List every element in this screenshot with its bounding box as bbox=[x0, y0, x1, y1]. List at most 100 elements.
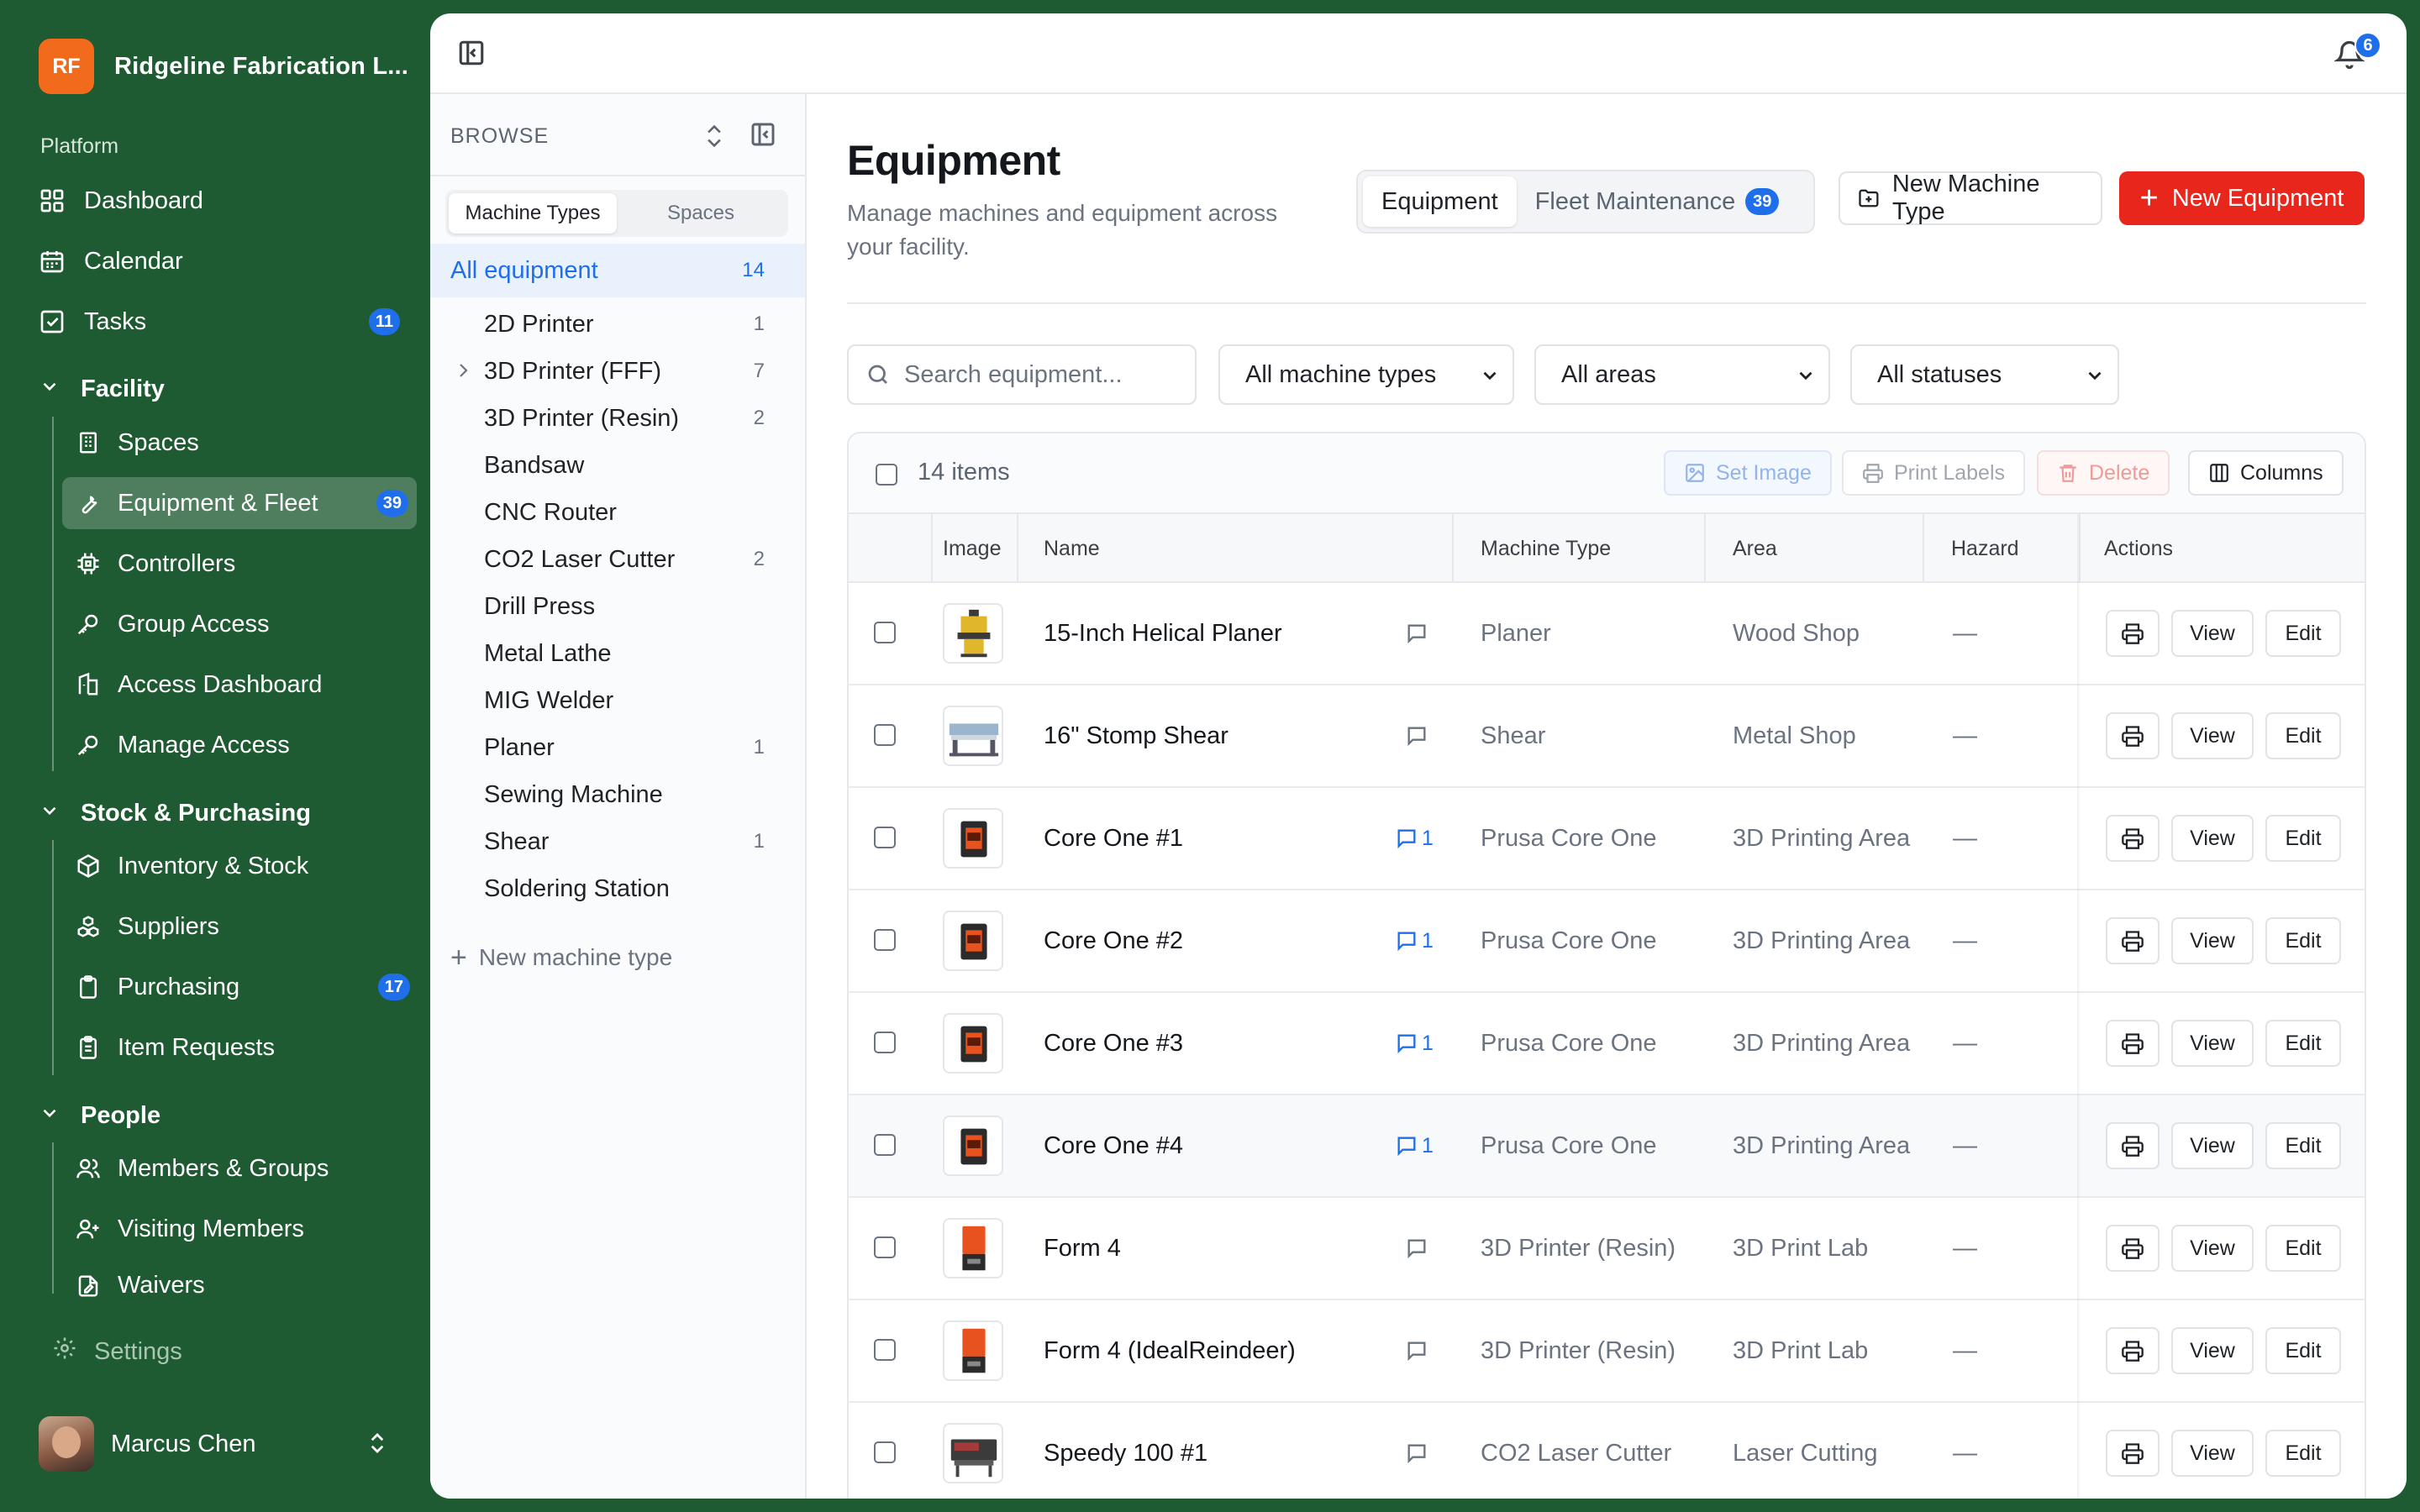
table-row[interactable]: Core One #3 1 Prusa Core One 3D Printing Ar… bbox=[849, 993, 2365, 1095]
set-image-button[interactable]: Set Image bbox=[1664, 450, 1832, 496]
row-checkbox[interactable] bbox=[874, 827, 896, 848]
print-label-button[interactable] bbox=[2106, 1020, 2160, 1067]
view-button[interactable]: View bbox=[2171, 1327, 2254, 1374]
sidebar-item-controllers[interactable]: Controllers bbox=[62, 538, 417, 590]
edit-button[interactable]: Edit bbox=[2265, 1020, 2341, 1067]
tree-item-machine-type[interactable]: Bandsaw bbox=[430, 442, 805, 489]
select-all-checkbox[interactable] bbox=[876, 464, 897, 486]
edit-button[interactable]: Edit bbox=[2265, 712, 2341, 759]
tab-spaces[interactable]: Spaces bbox=[617, 193, 785, 234]
tree-item-machine-type[interactable]: MIG Welder bbox=[430, 677, 805, 724]
comments-button[interactable] bbox=[1405, 722, 1428, 749]
tab-machine-types[interactable]: Machine Types bbox=[449, 193, 617, 234]
print-label-button[interactable] bbox=[2106, 1327, 2160, 1374]
new-machine-type-link[interactable]: + New machine type bbox=[450, 934, 672, 981]
table-row[interactable]: Speedy 100 #1 CO2 Laser Cutter Laser Cutti… bbox=[849, 1403, 2365, 1499]
column-header-image[interactable]: Image bbox=[943, 514, 1001, 583]
browse-collapse-button[interactable] bbox=[750, 121, 780, 151]
equipment-thumbnail[interactable] bbox=[943, 1013, 1003, 1074]
column-header-machine-type[interactable]: Machine Type bbox=[1481, 514, 1611, 583]
tree-item-machine-type[interactable]: Soldering Station bbox=[430, 865, 805, 912]
view-button[interactable]: View bbox=[2171, 1430, 2254, 1477]
view-button[interactable]: View bbox=[2171, 712, 2254, 759]
tree-item-machine-type[interactable]: Metal Lathe bbox=[430, 630, 805, 677]
sidebar-item-purchasing[interactable]: Purchasing 17 bbox=[62, 961, 417, 1013]
columns-button[interactable]: Columns bbox=[2188, 450, 2344, 496]
print-label-button[interactable] bbox=[2106, 1225, 2160, 1272]
table-row[interactable]: Form 4 3D Printer (Resin) 3D Print Lab — Vie… bbox=[849, 1198, 2365, 1300]
sidebar-item-tasks[interactable]: Tasks 11 bbox=[37, 296, 415, 348]
sidebar-item-group-access[interactable]: Group Access bbox=[62, 598, 417, 650]
equipment-name[interactable]: 15-Inch Helical Planer bbox=[1044, 583, 1282, 684]
machine-type-filter[interactable]: All machine types bbox=[1218, 344, 1514, 405]
notifications-button[interactable]: 6 bbox=[2333, 32, 2381, 72]
equipment-thumbnail[interactable] bbox=[943, 1320, 1003, 1381]
equipment-thumbnail[interactable] bbox=[943, 1423, 1003, 1483]
user-menu[interactable]: Marcus Chen bbox=[39, 1416, 392, 1472]
edit-button[interactable]: Edit bbox=[2265, 1430, 2341, 1477]
equipment-name[interactable]: Core One #3 bbox=[1044, 993, 1183, 1094]
sidebar-item-suppliers[interactable]: Suppliers bbox=[62, 900, 417, 953]
tree-item-machine-type[interactable]: Planer 1 bbox=[430, 724, 805, 771]
area-filter[interactable]: All areas bbox=[1534, 344, 1830, 405]
chevron-right-icon[interactable] bbox=[455, 360, 476, 383]
row-checkbox[interactable] bbox=[874, 724, 896, 746]
column-header-hazard[interactable]: Hazard bbox=[1951, 514, 2019, 583]
view-button[interactable]: View bbox=[2171, 610, 2254, 657]
equipment-name[interactable]: Form 4 (IdealReindeer) bbox=[1044, 1300, 1296, 1401]
edit-button[interactable]: Edit bbox=[2265, 1122, 2341, 1169]
comments-button[interactable] bbox=[1405, 620, 1428, 647]
print-label-button[interactable] bbox=[2106, 610, 2160, 657]
row-checkbox[interactable] bbox=[874, 1134, 896, 1156]
equipment-thumbnail[interactable] bbox=[943, 603, 1003, 664]
group-stock-toggle[interactable]: Stock & Purchasing bbox=[39, 790, 311, 837]
comments-button[interactable]: 1 bbox=[1395, 825, 1434, 852]
row-checkbox[interactable] bbox=[874, 1339, 896, 1361]
view-button[interactable]: View bbox=[2171, 815, 2254, 862]
group-facility-toggle[interactable]: Facility bbox=[39, 365, 165, 412]
print-label-button[interactable] bbox=[2106, 1430, 2160, 1477]
edit-button[interactable]: Edit bbox=[2265, 610, 2341, 657]
equipment-name[interactable]: Core One #4 bbox=[1044, 1095, 1183, 1196]
search-field[interactable] bbox=[847, 344, 1197, 405]
sort-toggle[interactable] bbox=[702, 123, 728, 151]
tree-item-machine-type[interactable]: 3D Printer (FFF) 7 bbox=[430, 348, 805, 395]
sidebar-item-waivers[interactable]: Waivers bbox=[62, 1263, 417, 1297]
tree-item-machine-type[interactable]: 3D Printer (Resin) 2 bbox=[430, 395, 805, 442]
delete-button[interactable]: Delete bbox=[2037, 450, 2170, 496]
edit-button[interactable]: Edit bbox=[2265, 815, 2341, 862]
column-header-name[interactable]: Name bbox=[1044, 514, 1100, 583]
sidebar-item-dashboard[interactable]: Dashboard bbox=[37, 175, 415, 227]
tab-fleet-maintenance[interactable]: Fleet Maintenance 39 bbox=[1517, 176, 1798, 227]
sidebar-item-members-groups[interactable]: Members & Groups bbox=[62, 1142, 417, 1194]
sidebar-item-spaces[interactable]: Spaces bbox=[62, 417, 417, 469]
equipment-name[interactable]: Core One #2 bbox=[1044, 890, 1183, 991]
equipment-name[interactable]: Speedy 100 #1 bbox=[1044, 1403, 1207, 1499]
view-button[interactable]: View bbox=[2171, 1122, 2254, 1169]
print-labels-button[interactable]: Print Labels bbox=[1842, 450, 2026, 496]
comments-button[interactable] bbox=[1405, 1235, 1428, 1262]
tree-item-machine-type[interactable]: Shear 1 bbox=[430, 818, 805, 865]
print-label-button[interactable] bbox=[2106, 712, 2160, 759]
sidebar-item-manage-access[interactable]: Manage Access bbox=[62, 719, 417, 771]
tab-equipment[interactable]: Equipment bbox=[1363, 176, 1517, 227]
view-button[interactable]: View bbox=[2171, 1225, 2254, 1272]
comments-button[interactable]: 1 bbox=[1395, 1030, 1434, 1057]
print-label-button[interactable] bbox=[2106, 815, 2160, 862]
table-row[interactable]: 16" Stomp Shear Shear Metal Shop — View Edit bbox=[849, 685, 2365, 788]
table-row[interactable]: Core One #2 1 Prusa Core One 3D Printing Ar… bbox=[849, 890, 2365, 993]
tree-item-machine-type[interactable]: CNC Router bbox=[430, 489, 805, 536]
sidebar-collapse-button[interactable] bbox=[457, 39, 487, 69]
edit-button[interactable]: Edit bbox=[2265, 1225, 2341, 1272]
print-label-button[interactable] bbox=[2106, 1122, 2160, 1169]
print-label-button[interactable] bbox=[2106, 917, 2160, 964]
tree-item-machine-type[interactable]: Sewing Machine bbox=[430, 771, 805, 818]
comments-button[interactable] bbox=[1405, 1440, 1428, 1467]
row-checkbox[interactable] bbox=[874, 929, 896, 951]
equipment-thumbnail[interactable] bbox=[943, 706, 1003, 766]
tree-item-machine-type[interactable]: CO2 Laser Cutter 2 bbox=[430, 536, 805, 583]
search-input[interactable] bbox=[904, 360, 1173, 389]
row-checkbox[interactable] bbox=[874, 1236, 896, 1258]
sidebar-item-visiting-members[interactable]: Visiting Members bbox=[62, 1203, 417, 1255]
equipment-thumbnail[interactable] bbox=[943, 1218, 1003, 1278]
